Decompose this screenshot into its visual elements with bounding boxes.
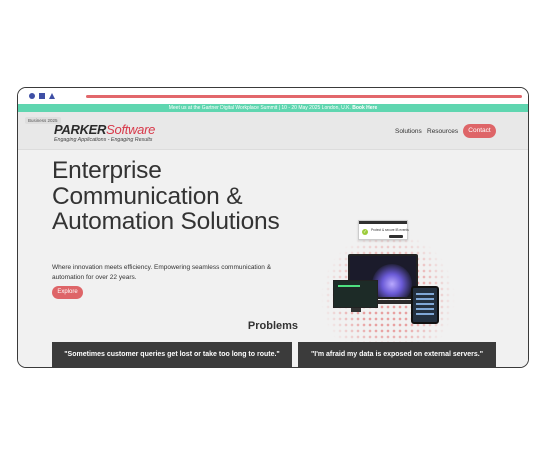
logo-parker-text: PARKER: [54, 122, 107, 137]
feature-card-top: ✓ Protect & secure IB events: [358, 220, 409, 240]
problem-card: "I'm afraid my data is exposed on extern…: [298, 342, 496, 367]
square-icon[interactable]: [39, 93, 45, 99]
contact-button[interactable]: Contact: [463, 124, 496, 138]
monitor-bar: [338, 285, 360, 287]
triangle-icon[interactable]: [49, 93, 55, 99]
circle-icon[interactable]: [29, 93, 35, 99]
announcement-banner: Meet us at the Gartner Digital Workplace…: [18, 104, 528, 112]
tablet-content: [416, 293, 434, 317]
nav-link-solutions[interactable]: Solutions: [395, 128, 422, 135]
feature-card-text: Protect & secure IB events: [371, 228, 409, 232]
nav-link-resources[interactable]: Resources: [427, 128, 458, 135]
hero-subtitle: Where innovation meets efficiency. Empow…: [52, 264, 272, 281]
monitor-stand: [351, 308, 361, 312]
monitor-screen: [333, 280, 378, 308]
check-icon: ✓: [362, 229, 368, 235]
address-bar[interactable]: [86, 95, 522, 98]
card-button: [389, 235, 403, 238]
laptop-glow: [372, 264, 412, 297]
browser-window: Meet us at the Gartner Digital Workplace…: [17, 87, 529, 368]
problems-heading: Problems: [247, 320, 299, 332]
problem-card: "Sometimes customer queries get lost or …: [52, 342, 292, 367]
browser-chrome: [18, 88, 528, 104]
explore-button[interactable]: Explore: [52, 286, 83, 299]
banner-text: Meet us at the Gartner Digital Workplace…: [168, 105, 353, 111]
tablet-device: [411, 286, 439, 324]
card-topbar: [359, 221, 407, 224]
banner-link[interactable]: Book Here: [352, 105, 377, 111]
site-header: Business 2025 PARKERSoftware Engaging Ap…: [18, 112, 528, 150]
logo-software-text: Software: [106, 122, 156, 137]
hero-title: Enterprise Communication & Automation So…: [52, 157, 280, 235]
logo-tagline: Engaging Applications - Engaging Results: [54, 137, 153, 143]
hero-section: Enterprise Communication & Automation So…: [18, 150, 528, 367]
